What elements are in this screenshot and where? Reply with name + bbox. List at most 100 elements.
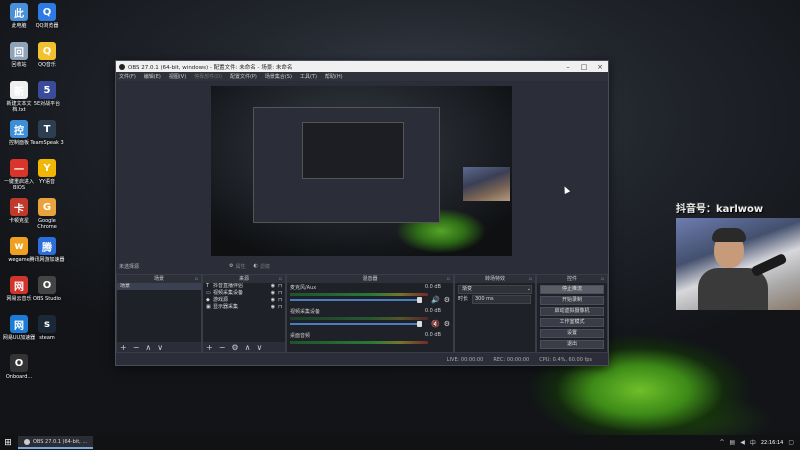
desktop-icon[interactable]: 腾腾讯网游加速器: [28, 237, 66, 263]
start-recording-button[interactable]: 开始录制: [540, 296, 604, 305]
nested-preview-inner: [302, 122, 404, 179]
virtual-camera-button[interactable]: 启动虚拟摄像机: [540, 307, 604, 316]
obs-window: OBS 27.0.1 (64-bit, windows) - 配置文件: 未命名…: [115, 60, 609, 366]
desktop-icon[interactable]: Q QQ音乐: [28, 42, 66, 68]
eye-icon[interactable]: ◉: [271, 304, 275, 311]
preview-canvas[interactable]: [211, 86, 512, 256]
transition-select[interactable]: 渐变 ⌄: [458, 285, 532, 294]
chrome-icon: G: [38, 198, 56, 216]
desktop-icon[interactable]: T TeamSpeak 3: [28, 120, 66, 146]
speaker-icon[interactable]: 🔊: [431, 296, 440, 304]
obs-icon: O: [38, 276, 56, 294]
properties-button[interactable]: 属性: [235, 263, 245, 270]
qq-music-icon: Q: [38, 42, 56, 60]
desktop-icon[interactable]: s steam: [28, 315, 66, 341]
menu-scene-collection[interactable]: 场景集合(S): [265, 73, 292, 80]
minimize-icon[interactable]: –: [560, 63, 576, 71]
windows-start-icon[interactable]: ⊞: [0, 438, 16, 448]
channel-db: 0.0 dB: [424, 308, 441, 314]
control-panel-icon: 控: [10, 120, 28, 138]
volume-icon[interactable]: ◀: [740, 439, 745, 446]
lock-icon[interactable]: ⊓: [278, 304, 282, 311]
duration-row: 时长 300 ms: [455, 295, 535, 304]
obs-titlebar[interactable]: OBS 27.0.1 (64-bit, windows) - 配置文件: 未命名…: [116, 61, 608, 72]
volume-meter: [290, 341, 428, 344]
chevron-up-icon[interactable]: ^: [720, 439, 725, 446]
move-down-icon[interactable]: ∨: [256, 343, 262, 352]
ime-icon[interactable]: 中: [750, 438, 756, 447]
duration-input[interactable]: 300 ms: [472, 295, 531, 304]
desktop-icon-label: OBS Studio: [33, 296, 61, 302]
source-item[interactable]: ◆ 游戏源 ◉ ⊓: [203, 297, 285, 304]
source-item[interactable]: ▣ 显示器采集 ◉ ⊓: [203, 304, 285, 311]
bios-icon: 一: [10, 159, 28, 177]
menu-tools[interactable]: 工具(T): [300, 73, 317, 80]
obs-logo-icon: [24, 438, 30, 445]
source-item[interactable]: ▭ 视频采集设备 ◉ ⊓: [203, 290, 285, 297]
filters-button[interactable]: 滤镜: [260, 263, 270, 270]
mouse-cursor: [561, 185, 571, 194]
menu-profile[interactable]: 配置文件(P): [230, 73, 257, 80]
source-toolbar: 未选择源 ⚙ 属性 ◐ 滤镜: [116, 261, 606, 271]
desktop-icon-label: YY语音: [38, 179, 56, 185]
muted-speaker-icon[interactable]: 🔇: [431, 320, 440, 328]
add-icon[interactable]: +: [206, 343, 213, 352]
exit-button[interactable]: 退出: [540, 340, 604, 349]
desktop-icon-label: Onboard...: [5, 374, 33, 380]
remove-icon[interactable]: −: [133, 343, 140, 352]
close-icon[interactable]: ×: [592, 63, 608, 71]
volume-slider[interactable]: [290, 297, 422, 303]
desktop-icon[interactable]: Q QQ浏览器: [28, 3, 66, 29]
move-up-icon[interactable]: ∧: [245, 343, 251, 352]
desktop-icon[interactable]: Y YY语音: [28, 159, 66, 185]
mixer-dock: 混音器 ▫ 麦克风/Aux 0.0 dB 🔊 ⚙ 视频采集设备 0.0 dB 🔇 …: [286, 274, 454, 353]
settings-button[interactable]: 设置: [540, 329, 604, 338]
lock-icon[interactable]: ⊓: [278, 297, 282, 304]
taskbar-obs-item[interactable]: OBS 27.0.1 (64-bit, ...: [18, 436, 94, 449]
cpu-status: CPU: 0.4%, 60.00 fps: [539, 357, 592, 363]
desktop-icon-label: 5E对战平台: [33, 101, 61, 107]
booster-icon: 卡: [10, 198, 28, 216]
menu-edit[interactable]: 编辑(E): [144, 73, 161, 80]
lock-icon[interactable]: ⊓: [278, 283, 282, 290]
studio-mode-button[interactable]: 工作室模式: [540, 318, 604, 327]
stop-streaming-button[interactable]: 停止推流: [540, 285, 604, 294]
add-icon[interactable]: +: [120, 343, 127, 352]
eye-icon[interactable]: ◉: [271, 290, 275, 297]
mixer-channel: 桌面音频 0.0 dB: [287, 331, 453, 355]
menu-docks[interactable]: 停靠部件(D): [194, 73, 222, 80]
maximize-icon[interactable]: □: [576, 63, 592, 71]
channel-db: 0.0 dB: [424, 332, 441, 338]
scene-item[interactable]: 场景: [117, 283, 201, 290]
network-icon[interactable]: ▤: [730, 439, 736, 446]
eye-icon[interactable]: ◉: [271, 297, 275, 304]
move-up-icon[interactable]: ∧: [145, 343, 151, 352]
gear-icon[interactable]: ⚙: [444, 296, 450, 304]
desktop-icon[interactable]: O Onboard...: [0, 354, 38, 380]
notification-icon[interactable]: ▢: [788, 439, 794, 446]
gear-icon[interactable]: ⚙: [231, 343, 238, 352]
remove-icon[interactable]: −: [219, 343, 226, 352]
clock[interactable]: 22:16:14: [761, 440, 783, 446]
preview-webcam-source: [463, 167, 510, 201]
mixer-header: 混音器 ▫: [287, 275, 453, 283]
move-down-icon[interactable]: ∨: [157, 343, 163, 352]
sources-footer: + − ⚙ ∧ ∨: [203, 342, 285, 352]
gear-icon[interactable]: ⚙: [444, 320, 450, 328]
lock-icon[interactable]: ⊓: [278, 290, 282, 297]
eye-icon[interactable]: ◉: [271, 283, 275, 290]
desktop-icon[interactable]: G Google Chrome: [28, 198, 66, 230]
gear-icon[interactable]: ⚙: [229, 263, 233, 269]
menu-file[interactable]: 文件(F): [119, 73, 136, 80]
camera-source-icon: ▭: [206, 290, 211, 296]
menu-view[interactable]: 视图(V): [169, 73, 186, 80]
desktop-icon[interactable]: 5 5E对战平台: [28, 81, 66, 107]
transitions-header: 转场特效 ▫: [455, 275, 535, 283]
source-item[interactable]: T 抖音直播伴侣 ◉ ⊓: [203, 283, 285, 290]
volume-slider[interactable]: [290, 321, 422, 327]
menu-help[interactable]: 帮助(H): [325, 73, 343, 80]
desktop-icon-label: QQ浏览器: [35, 23, 59, 29]
live-status: LIVE: 00:00:00: [446, 357, 484, 363]
filter-icon[interactable]: ◐: [254, 263, 258, 269]
desktop-icon[interactable]: O OBS Studio: [28, 276, 66, 302]
